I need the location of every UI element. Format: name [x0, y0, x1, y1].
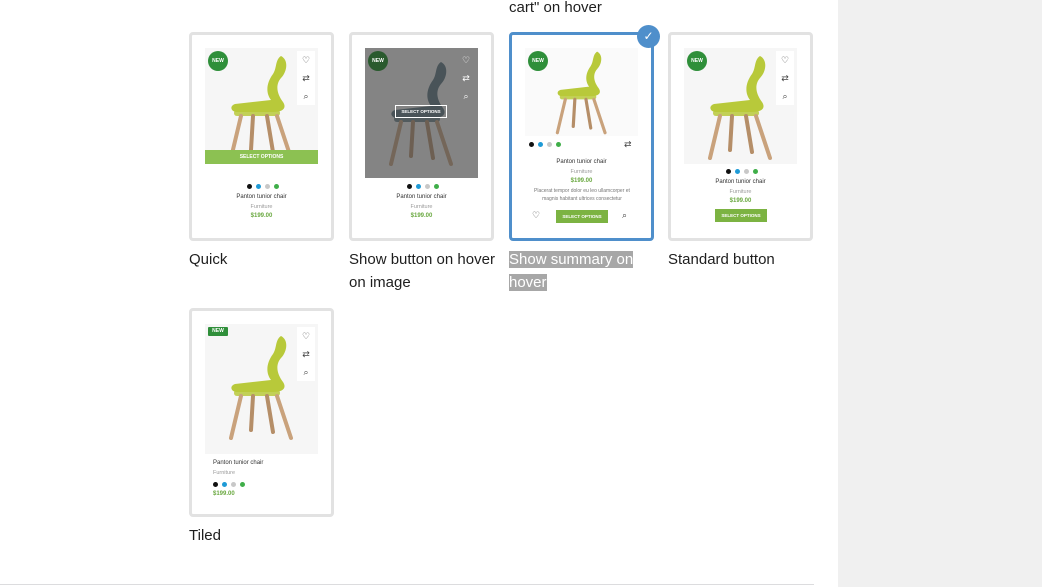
sidebar-panel [838, 0, 1042, 587]
swatch [529, 142, 534, 147]
preview-card[interactable]: NEW ♡ ⇄ ⌕ Panton tunior chair Furniture … [189, 308, 334, 517]
product-image: NEW ♡ ⇄ ⌕ SELECT OPTIONS [205, 48, 318, 164]
search-icon: ⌕ [622, 210, 628, 220]
product-price: $199.00 [729, 198, 752, 204]
heart-icon: ♡ [461, 55, 471, 65]
select-options-button: SELECT OPTIONS [556, 210, 608, 223]
swatch [222, 482, 227, 487]
product-category: Furniture [213, 470, 236, 476]
swatch [547, 142, 552, 147]
color-swatches [726, 169, 762, 175]
preview-card[interactable]: NEW ♡ ⇄ ⌕ SELECT OPTIONS Panton tunior c… [349, 32, 494, 241]
color-swatches [529, 142, 565, 148]
swatch [425, 184, 430, 189]
product-category: Furniture [570, 169, 593, 175]
swatch [265, 184, 270, 189]
swatch [744, 169, 749, 174]
option-caption: Standard button [668, 251, 775, 268]
select-options-bar: SELECT OPTIONS [205, 150, 318, 164]
shuffle-icon: ⇄ [781, 73, 789, 83]
swatch [538, 142, 543, 147]
preview-card[interactable]: NEW ♡ ⇄ ⌕ SELECT OPTIONS Panton tunior c… [189, 32, 334, 241]
new-badge: NEW [208, 51, 228, 71]
swatch [256, 184, 261, 189]
swatch [726, 169, 731, 174]
swatch [735, 169, 740, 174]
heart-icon: ♡ [301, 55, 311, 65]
search-icon: ⌕ [303, 91, 309, 101]
product-price: $199.00 [570, 178, 593, 184]
product-image: NEW ♡ ⇄ ⌕ [684, 48, 797, 164]
swatch [407, 184, 412, 189]
product-tools: ♡ ⇄ ⌕ [776, 51, 794, 105]
heart-icon: ♡ [301, 331, 311, 341]
swatch [416, 184, 421, 189]
swatch [213, 482, 218, 487]
select-options-button: SELECT OPTIONS [715, 209, 767, 222]
product-name: Panton tunior chair [556, 159, 607, 165]
chair-image [551, 50, 613, 136]
shuffle-icon: ⇄ [302, 73, 310, 83]
swatch [247, 184, 252, 189]
product-category: Furniture [250, 204, 273, 210]
search-icon: ⌕ [463, 91, 469, 101]
shuffle-icon: ⇄ [624, 139, 632, 149]
new-badge: NEW [528, 51, 548, 71]
heart-icon: ♡ [532, 210, 541, 220]
option-caption: Show button on hover on image [349, 251, 495, 291]
heart-icon: ♡ [780, 55, 790, 65]
product-price: $199.00 [410, 213, 433, 219]
color-swatches [213, 482, 249, 488]
shuffle-icon: ⇄ [462, 73, 470, 83]
new-badge: NEW [368, 51, 388, 71]
product-image: NEW [525, 48, 638, 136]
select-options-button: SELECT OPTIONS [395, 105, 447, 118]
search-icon: ⌕ [782, 91, 788, 101]
option-caption: Show summary on hover [509, 248, 659, 294]
product-tools: ♡ ⇄ ⌕ [457, 51, 475, 105]
shuffle-icon: ⇄ [302, 349, 310, 359]
color-swatches [247, 184, 283, 190]
new-badge: NEW [208, 327, 228, 336]
product-name: Panton tunior chair [213, 460, 264, 466]
chair-image [223, 54, 301, 162]
color-swatches [407, 184, 443, 190]
preview-card[interactable]: NEW ♡ ⇄ ⌕ Panton tunior chair Furniture … [668, 32, 813, 241]
product-price: $199.00 [213, 491, 235, 497]
product-name: Panton tunior chair [396, 194, 447, 200]
product-image: NEW ♡ ⇄ ⌕ [205, 324, 318, 454]
new-badge: NEW [687, 51, 707, 71]
checkmark-icon: ✓ [637, 25, 660, 48]
option-caption: Quick [189, 251, 228, 268]
product-name: Panton tunior chair [236, 194, 287, 200]
chair-image [702, 54, 780, 162]
search-icon: ⌕ [303, 367, 309, 377]
product-tools: ♡ ⇄ ⌕ [297, 51, 315, 105]
product-category: Furniture [410, 204, 433, 210]
product-category: Furniture [729, 189, 752, 195]
product-name: Panton tunior chair [715, 179, 766, 185]
swatch [274, 184, 279, 189]
product-tools: ♡ ⇄ ⌕ [297, 327, 315, 381]
option-caption: Tiled [189, 527, 221, 544]
divider [0, 584, 814, 585]
product-price: $199.00 [250, 213, 273, 219]
swatch [753, 169, 758, 174]
product-description: Placerat tempor dolor eu leo ullamcorper… [534, 188, 630, 202]
product-image: NEW ♡ ⇄ ⌕ SELECT OPTIONS [365, 48, 478, 178]
option-caption-partial: cart" on hover [509, 0, 602, 16]
swatch [231, 482, 236, 487]
option-caption-text: Show summary on hover [509, 251, 634, 291]
swatch [240, 482, 245, 487]
swatch [556, 142, 561, 147]
swatch [434, 184, 439, 189]
preview-card[interactable]: NEW ⇄ Panton tunior chair Furniture $199… [509, 32, 654, 241]
chair-image [223, 334, 301, 442]
